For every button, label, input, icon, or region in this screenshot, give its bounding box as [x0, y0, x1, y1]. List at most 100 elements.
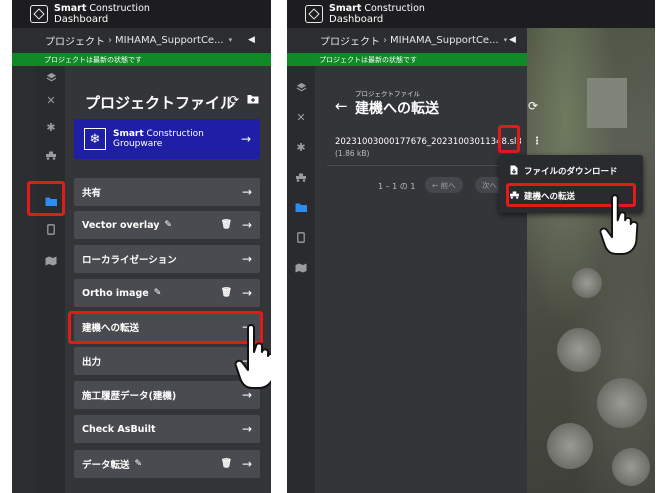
- menu-item-transfer-to-machine[interactable]: 建機への転送 →: [74, 313, 260, 341]
- file-name[interactable]: 20231003000177676_20231003011348.sl3: [335, 137, 522, 147]
- back-arrow-icon[interactable]: ←: [335, 97, 348, 115]
- panel-actions: ⟳: [229, 93, 259, 107]
- project-status-text: プロジェクトは最新の状態です: [44, 55, 142, 64]
- menu-item-localization[interactable]: ローカライゼーション →: [74, 245, 260, 273]
- groupware-banner[interactable]: ❄ Smart Construction Groupware →: [74, 119, 260, 159]
- groupware-brand-strong: Smart: [113, 129, 144, 139]
- app-brand: Smart Construction Dashboard: [329, 3, 425, 25]
- trash-icon[interactable]: 🗑: [221, 288, 232, 298]
- brand-rest: Construction: [86, 3, 150, 14]
- map-feature: [572, 268, 602, 298]
- app-logo-icon: [305, 5, 323, 23]
- menu-item-ortho-image[interactable]: Ortho image ✎ 🗑 →: [74, 279, 260, 307]
- menu-item-label: ローカライゼーション: [82, 255, 177, 266]
- menu-item-construction-history[interactable]: 施工履歴データ(建機) →: [74, 381, 260, 409]
- right-screenshot-panel: Smart Construction Dashboard プロジェクト › MI…: [287, 0, 655, 493]
- project-files-panel: プロジェクトファイル ⟳ ❄ Smart Construction Groupw…: [65, 66, 271, 493]
- trash-icon[interactable]: 🗑: [221, 220, 232, 230]
- pagination-range: 1 – 1 の 1: [378, 182, 416, 191]
- project-status-bar: プロジェクトは最新の状態です: [287, 53, 527, 66]
- map-feature: [612, 448, 650, 486]
- menu-item-label: ファイルのダウンロード: [524, 167, 618, 177]
- caret-down-icon[interactable]: ▾: [229, 36, 233, 44]
- menu-item-label: 施工履歴データ(建機): [82, 391, 177, 402]
- menu-item-vector-overlay[interactable]: Vector overlay ✎ 🗑 →: [74, 211, 260, 239]
- tablet-icon[interactable]: [37, 218, 65, 240]
- collapse-panel-icon[interactable]: ◀: [248, 35, 255, 45]
- breadcrumb-project-label[interactable]: プロジェクト: [320, 33, 380, 48]
- refresh-icon[interactable]: ⟳: [528, 99, 538, 113]
- arrow-right-icon: →: [241, 185, 252, 199]
- chevron-right-icon: ›: [108, 34, 112, 46]
- machine-icon[interactable]: [37, 144, 65, 166]
- menu-item-share[interactable]: 共有 →: [74, 178, 260, 206]
- map-icon[interactable]: [37, 249, 65, 271]
- machine-icon[interactable]: [287, 166, 315, 188]
- map-feature: [587, 78, 627, 128]
- menu-item-data-transfer[interactable]: データ転送 ✎ 🗑 →: [74, 450, 260, 478]
- arrow-right-icon: →: [241, 218, 252, 232]
- tools-icon[interactable]: ✕: [37, 89, 65, 111]
- breadcrumb-project-label[interactable]: プロジェクト: [45, 33, 105, 48]
- menu-item-label: データ転送: [82, 460, 130, 471]
- settings-icon[interactable]: ✱: [37, 116, 65, 138]
- folder-icon[interactable]: [37, 190, 65, 212]
- arrow-right-icon: →: [241, 422, 252, 436]
- breadcrumb-project-name[interactable]: MIHAMA_SupportCe...: [115, 35, 224, 46]
- menu-item-label: 共有: [82, 188, 102, 199]
- menu-item-check-asbuilt[interactable]: Check AsBuilt →: [74, 415, 260, 443]
- project-status-bar: プロジェクトは最新の状態です: [12, 53, 271, 66]
- tools-icon[interactable]: ✕: [287, 106, 315, 128]
- project-status-text: プロジェクトは最新の状態です: [319, 55, 417, 64]
- pagination-prev-button[interactable]: ← 前へ: [425, 177, 463, 193]
- menu-item-label: Check AsBuilt: [82, 423, 156, 435]
- refresh-icon[interactable]: ⟳: [229, 93, 239, 107]
- app-header: Smart Construction Dashboard: [287, 0, 655, 28]
- page-title: プロジェクトファイル: [85, 94, 236, 112]
- file-size: (1.86 kB): [335, 149, 370, 158]
- map-feature: [547, 423, 593, 469]
- project-breadcrumb[interactable]: プロジェクト › MIHAMA_SupportCe... ▾ ◀: [12, 28, 271, 52]
- brand-subtitle: Dashboard: [329, 14, 384, 25]
- project-breadcrumb[interactable]: プロジェクト › MIHAMA_SupportCe... ▾ ◀: [287, 28, 527, 52]
- groupware-line2: Groupware: [113, 139, 163, 149]
- menu-item-label: Ortho image: [82, 287, 149, 299]
- pencil-icon[interactable]: ✎: [135, 459, 143, 469]
- menu-item-download-file[interactable]: ファイルのダウンロード: [499, 159, 643, 183]
- excavator-icon: [509, 190, 519, 202]
- caret-down-icon[interactable]: ▾: [504, 36, 508, 44]
- layers-icon[interactable]: [287, 76, 315, 98]
- arrow-right-icon: →: [240, 132, 251, 146]
- app-brand: Smart Construction Dashboard: [54, 3, 150, 25]
- side-rail: ✕ ✱: [287, 66, 317, 493]
- map-feature: [597, 378, 647, 428]
- brand-strong: Smart: [54, 3, 87, 14]
- settings-icon[interactable]: ✱: [287, 136, 315, 158]
- add-folder-icon[interactable]: [247, 93, 259, 107]
- menu-item-label: 建機への転送: [524, 192, 576, 202]
- folder-icon[interactable]: [287, 196, 315, 218]
- pointing-hand-icon: [234, 324, 271, 389]
- panel-subtitle: プロジェクトファイル: [355, 90, 420, 98]
- collapse-panel-icon[interactable]: ◀: [509, 35, 516, 45]
- menu-item-label: 建機への転送: [82, 323, 140, 334]
- pencil-icon[interactable]: ✎: [164, 220, 172, 230]
- file-download-icon: [509, 165, 519, 178]
- menu-item-label: Vector overlay: [82, 219, 160, 231]
- pencil-icon[interactable]: ✎: [154, 288, 162, 298]
- map-view[interactable]: [527, 28, 655, 493]
- brand-rest: Construction: [361, 3, 425, 14]
- more-options-icon[interactable]: ⋮: [531, 136, 543, 150]
- layers-icon[interactable]: [37, 66, 65, 88]
- side-rail: ✕ ✱: [37, 66, 67, 493]
- pointing-hand-icon: [599, 194, 639, 255]
- app-logo-icon: [30, 5, 48, 23]
- trash-icon[interactable]: 🗑: [221, 459, 232, 469]
- arrow-right-icon: →: [241, 457, 252, 471]
- breadcrumb-project-name[interactable]: MIHAMA_SupportCe...: [390, 35, 499, 46]
- groupware-logo-icon: ❄: [84, 128, 106, 150]
- tablet-icon[interactable]: [287, 226, 315, 248]
- map-icon[interactable]: [287, 256, 315, 278]
- menu-item-output[interactable]: 出力 →: [74, 347, 260, 375]
- chevron-right-icon: ›: [383, 34, 387, 46]
